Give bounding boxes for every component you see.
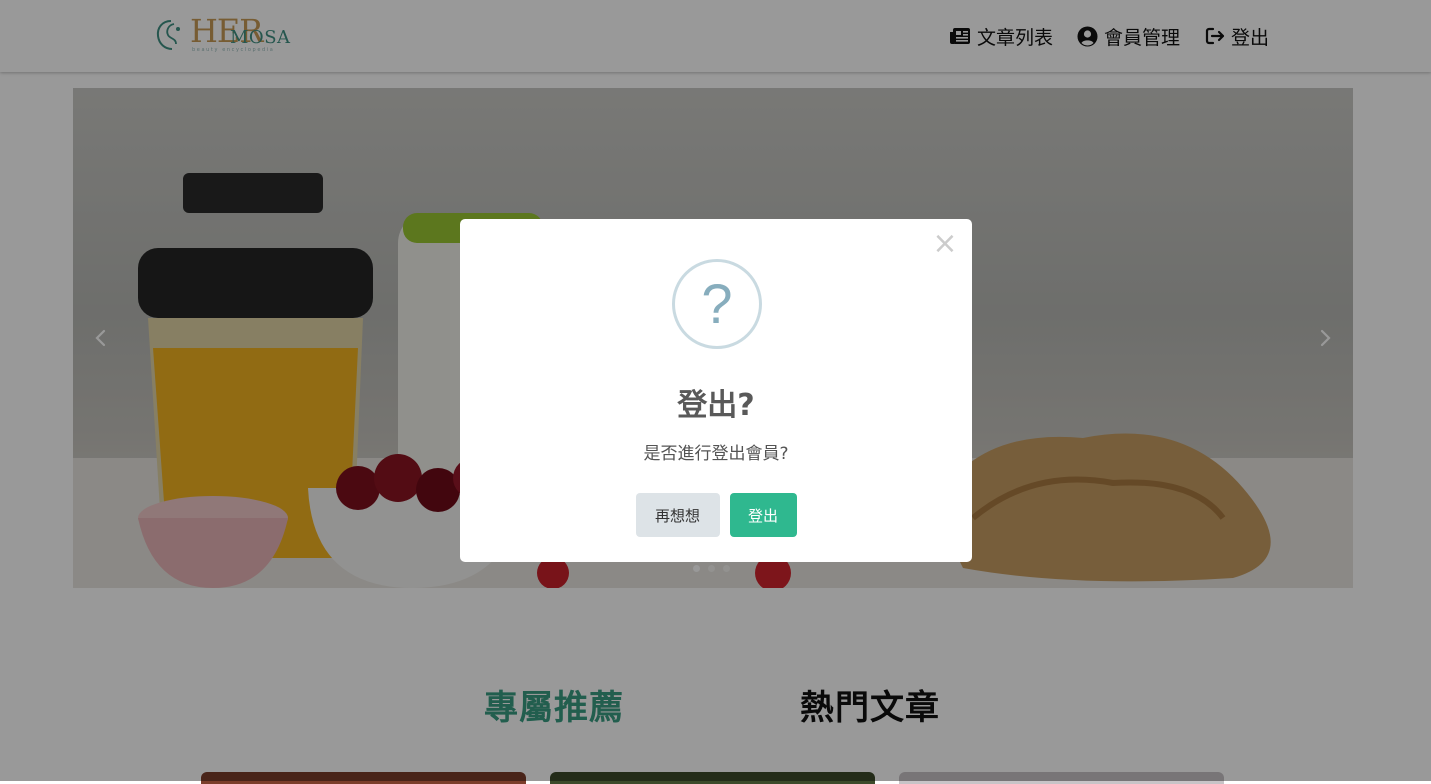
logout-confirm-dialog: × ? 登出? 是否進行登出會員? 再想想 登出 <box>460 219 972 562</box>
close-icon[interactable]: × <box>932 229 958 259</box>
dialog-title: 登出? <box>677 388 755 423</box>
question-icon: ? <box>672 259 762 349</box>
dialog-message: 是否進行登出會員? <box>643 444 789 464</box>
cancel-button[interactable]: 再想想 <box>635 493 720 537</box>
dialog-actions: 再想想 登出 <box>460 493 972 537</box>
confirm-logout-button[interactable]: 登出 <box>729 493 797 537</box>
